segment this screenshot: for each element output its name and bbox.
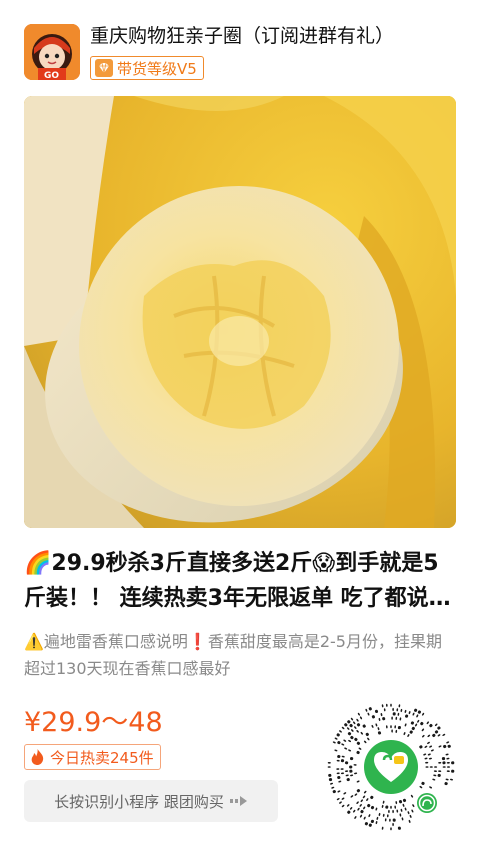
- store-avatar[interactable]: GO: [24, 24, 80, 80]
- level-badge: 带货等级V5: [90, 56, 204, 80]
- product-description: ⚠️遍地雷香蕉口感说明❗香蕉甜度最高是2-5月份，挂果期超过130天现在香蕉口感…: [24, 632, 442, 678]
- arrow-right-icon: [229, 796, 247, 806]
- cta-label: 长按识别小程序 跟团购买: [54, 792, 224, 811]
- price: ¥29.9～48: [24, 707, 163, 738]
- diamond-icon: [95, 59, 113, 77]
- mini-program-code[interactable]: [326, 702, 456, 832]
- product-title[interactable]: 🌈29.9秒杀3斤直接多送2斤😱到手就是5斤装！！ 连续热卖3年无限返单 吃了都…: [24, 546, 460, 616]
- hot-sale-text: 今日热卖245件: [50, 748, 154, 767]
- store-name[interactable]: 重庆购物狂亲子圈（订阅进群有礼）: [90, 24, 394, 48]
- long-press-cta[interactable]: 长按识别小程序 跟团购买: [24, 780, 278, 822]
- store-header: GO 重庆购物狂亲子圈（订阅进群有礼） 带货等级V5: [24, 24, 464, 82]
- qr-code-icon: [327, 703, 455, 831]
- avatar-text: GO: [44, 71, 59, 80]
- level-label: 带货等级V5: [117, 59, 197, 78]
- banana-photo: [24, 96, 456, 528]
- hot-sale-badge: 今日热卖245件: [24, 744, 161, 770]
- product-image[interactable]: [24, 96, 456, 528]
- avatar-illustration: GO: [24, 24, 80, 80]
- flame-icon: [31, 749, 44, 765]
